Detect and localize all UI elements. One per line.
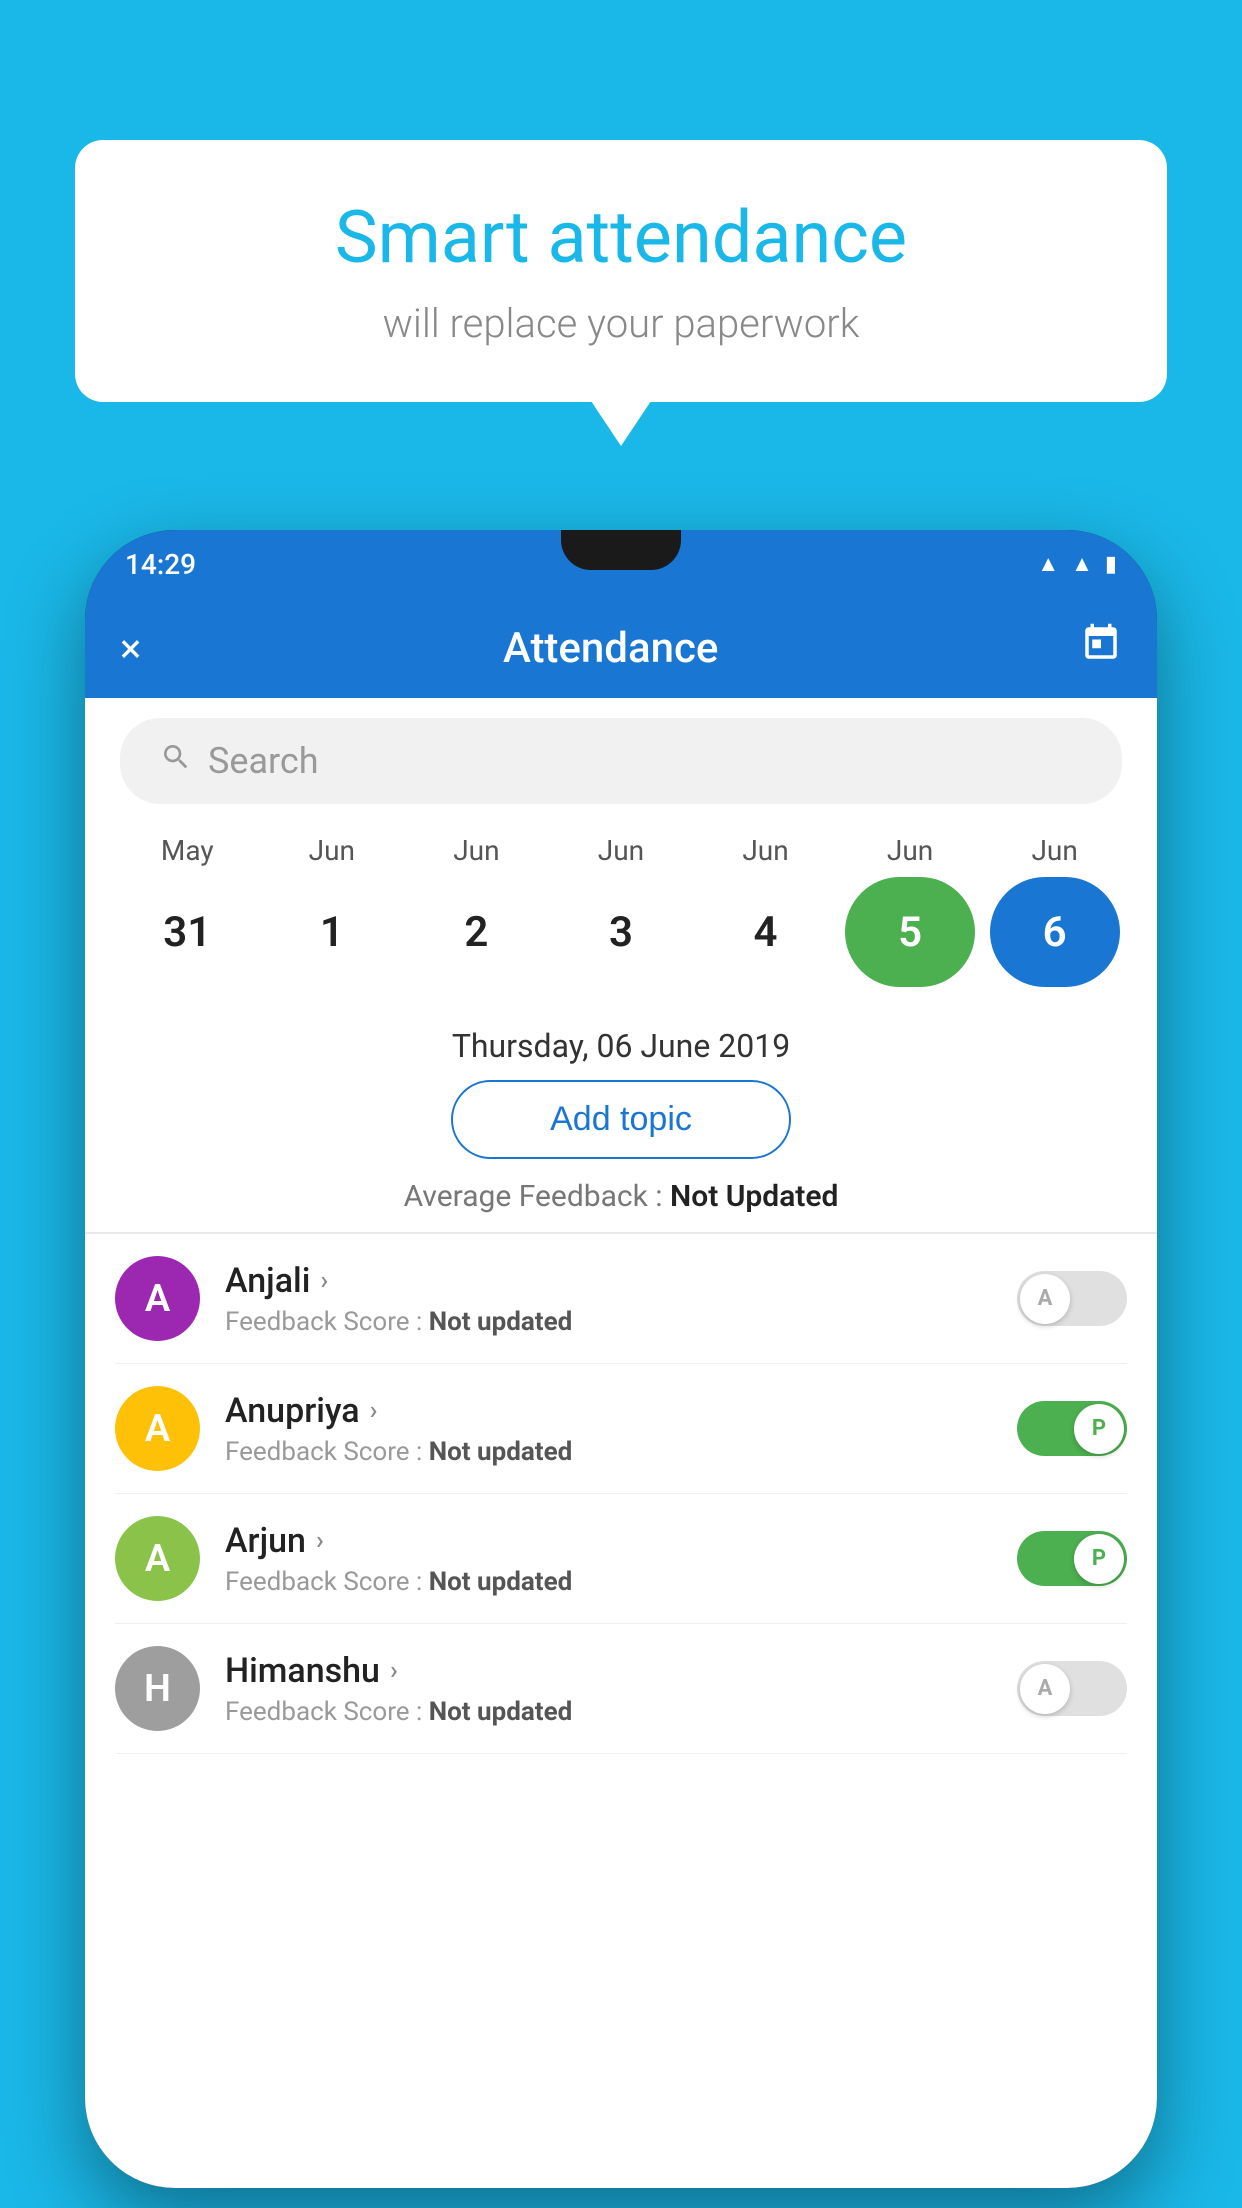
student-list: A Anjali › Feedback Score : Not updated … — [85, 1234, 1157, 1754]
phone-frame: 14:29 ▲ ▲ ▮ × Attendance — [85, 530, 1157, 2188]
student-row: A Anupriya › Feedback Score : Not update… — [115, 1364, 1127, 1494]
toggle-knob-3: A — [1020, 1664, 1070, 1714]
student-info-3: Himanshu › Feedback Score : Not updated — [225, 1651, 1017, 1727]
phone-screen: Search May Jun Jun Jun Jun Jun Jun 31 1 … — [85, 698, 1157, 2188]
status-icons: ▲ ▲ ▮ — [1037, 551, 1117, 577]
student-score-3: Feedback Score : Not updated — [225, 1697, 1017, 1727]
search-icon — [160, 740, 192, 782]
speech-bubble-title: Smart attendance — [135, 195, 1107, 280]
cal-date-5[interactable]: 5 — [845, 877, 975, 987]
calendar-dates: 31 1 2 3 4 5 6 — [105, 867, 1137, 987]
cal-date-6[interactable]: 6 — [990, 877, 1120, 987]
student-avatar-2: A — [115, 1516, 200, 1601]
add-topic-button[interactable]: Add topic — [451, 1080, 791, 1159]
student-name-2[interactable]: Arjun › — [225, 1521, 1017, 1561]
attendance-toggle-0[interactable]: A — [1017, 1271, 1127, 1326]
speech-bubble-container: Smart attendance will replace your paper… — [75, 140, 1167, 402]
speech-bubble: Smart attendance will replace your paper… — [75, 140, 1167, 402]
student-avatar-0: A — [115, 1256, 200, 1341]
status-bar: 14:29 ▲ ▲ ▮ — [85, 530, 1157, 598]
cal-date-0[interactable]: 31 — [122, 877, 252, 987]
student-info-2: Arjun › Feedback Score : Not updated — [225, 1521, 1017, 1597]
avg-feedback-value: Not Updated — [670, 1179, 838, 1214]
toggle-knob-0: A — [1020, 1274, 1070, 1324]
toggle-knob-1: P — [1074, 1404, 1124, 1454]
cal-month-3: Jun — [556, 834, 686, 867]
chevron-icon-1: › — [370, 1396, 378, 1426]
attendance-toggle-3[interactable]: A — [1017, 1661, 1127, 1716]
chevron-icon-2: › — [316, 1526, 324, 1556]
cal-date-3[interactable]: 3 — [556, 877, 686, 987]
calendar-icon[interactable] — [1080, 622, 1122, 674]
attendance-toggle-1[interactable]: P — [1017, 1401, 1127, 1456]
app-bar: × Attendance — [85, 598, 1157, 698]
search-placeholder: Search — [208, 740, 319, 782]
cal-month-0: May — [122, 834, 252, 867]
toggle-knob-2: P — [1074, 1534, 1124, 1584]
student-row: H Himanshu › Feedback Score : Not update… — [115, 1624, 1127, 1754]
student-avatar-3: H — [115, 1646, 200, 1731]
wifi-icon: ▲ — [1037, 551, 1059, 577]
cal-month-4: Jun — [701, 834, 831, 867]
student-name-0[interactable]: Anjali › — [225, 1261, 1017, 1301]
student-row: A Arjun › Feedback Score : Not updated P — [115, 1494, 1127, 1624]
selected-date-label: Thursday, 06 June 2019 — [85, 1007, 1157, 1080]
cal-month-5: Jun — [845, 834, 975, 867]
search-bar-container: Search — [85, 698, 1157, 824]
avg-feedback-label: Average Feedback : — [404, 1179, 670, 1214]
avg-feedback: Average Feedback : Not Updated — [85, 1179, 1157, 1214]
student-avatar-1: A — [115, 1386, 200, 1471]
cal-date-2[interactable]: 2 — [411, 877, 541, 987]
battery-icon: ▮ — [1105, 552, 1117, 577]
student-info-1: Anupriya › Feedback Score : Not updated — [225, 1391, 1017, 1467]
speech-bubble-subtitle: will replace your paperwork — [135, 300, 1107, 347]
student-name-1[interactable]: Anupriya › — [225, 1391, 1017, 1431]
close-icon[interactable]: × — [120, 625, 141, 672]
signal-icon: ▲ — [1071, 551, 1093, 577]
cal-date-4[interactable]: 4 — [701, 877, 831, 987]
chevron-icon-0: › — [320, 1266, 328, 1296]
attendance-toggle-2[interactable]: P — [1017, 1531, 1127, 1586]
search-field[interactable]: Search — [120, 718, 1122, 804]
student-row: A Anjali › Feedback Score : Not updated … — [115, 1234, 1127, 1364]
student-info-0: Anjali › Feedback Score : Not updated — [225, 1261, 1017, 1337]
student-name-3[interactable]: Himanshu › — [225, 1651, 1017, 1691]
phone-notch — [561, 530, 681, 570]
cal-month-1: Jun — [267, 834, 397, 867]
cal-month-6: Jun — [990, 834, 1120, 867]
calendar-strip: May Jun Jun Jun Jun Jun Jun 31 1 2 3 4 5… — [85, 824, 1157, 1007]
chevron-icon-3: › — [390, 1656, 398, 1686]
student-score-1: Feedback Score : Not updated — [225, 1437, 1017, 1467]
search-input-inner: Search — [160, 740, 319, 782]
app-bar-title: Attendance — [503, 624, 718, 673]
calendar-months: May Jun Jun Jun Jun Jun Jun — [105, 834, 1137, 867]
status-time: 14:29 — [125, 548, 196, 581]
cal-month-2: Jun — [411, 834, 541, 867]
student-score-0: Feedback Score : Not updated — [225, 1307, 1017, 1337]
cal-date-1[interactable]: 1 — [267, 877, 397, 987]
student-score-2: Feedback Score : Not updated — [225, 1567, 1017, 1597]
